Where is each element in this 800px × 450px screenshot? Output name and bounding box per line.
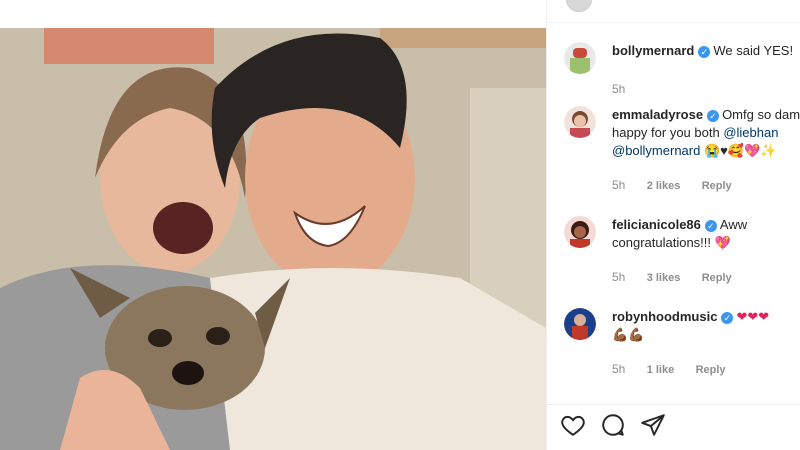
reply-button[interactable]: Reply xyxy=(702,180,732,192)
verified-badge-icon: ✓ xyxy=(704,220,717,232)
comment-emojis: ❤❤❤ xyxy=(736,309,770,324)
comment-text-line2: happy for you both xyxy=(612,125,724,140)
comment-username[interactable]: emmaladyrose xyxy=(612,107,703,122)
verified-badge-icon: ✓ xyxy=(721,312,734,324)
caption-meta: 5h xyxy=(612,82,643,96)
comment-username[interactable]: robynhoodmusic xyxy=(612,309,717,324)
comment-emojis: 💖 xyxy=(714,235,731,250)
caption-time[interactable]: 5h xyxy=(612,82,625,96)
caption-text: We said YES! xyxy=(713,43,794,58)
comment-emojis: 😭♥🥰💖✨ xyxy=(703,143,777,158)
reply-button[interactable]: Reply xyxy=(702,272,732,284)
verified-badge-icon: ✓ xyxy=(707,110,720,122)
comment-time[interactable]: 5h xyxy=(612,270,625,284)
caption-username[interactable]: bollymernard xyxy=(612,43,694,58)
comment-likes[interactable]: 2 likes xyxy=(647,180,681,192)
comment-likes[interactable]: 1 like xyxy=(647,364,675,376)
selfie-illustration xyxy=(0,28,546,450)
mention-link[interactable]: @bollymernard xyxy=(612,143,700,158)
heart-outline-icon[interactable] xyxy=(560,412,586,438)
comment-text: Omfg so dam xyxy=(722,107,800,122)
comment-emojis-line2: 💪🏾💪🏾 xyxy=(612,327,645,342)
comment-likes[interactable]: 3 likes xyxy=(647,272,681,284)
divider xyxy=(546,22,800,23)
verified-badge-icon: ✓ xyxy=(698,46,711,58)
comment-meta: 5h 3 likes Reply xyxy=(612,270,750,284)
avatar[interactable] xyxy=(564,106,596,138)
divider xyxy=(546,404,800,405)
comment-time[interactable]: 5h xyxy=(612,178,625,192)
comment-meta: 5h 1 like Reply xyxy=(612,362,744,376)
mention-link[interactable]: @liebhan xyxy=(723,125,778,140)
comment-meta: 5h 2 likes Reply xyxy=(612,178,750,192)
avatar[interactable] xyxy=(564,216,596,248)
paper-plane-icon[interactable] xyxy=(640,412,666,438)
avatar[interactable] xyxy=(564,308,596,340)
comment-bubble-icon[interactable] xyxy=(600,412,626,438)
avatar[interactable] xyxy=(564,42,596,74)
reply-button[interactable]: Reply xyxy=(696,364,726,376)
comment-username[interactable]: felicianicole86 xyxy=(612,217,701,232)
post-photo[interactable] xyxy=(0,28,546,450)
comment-time[interactable]: 5h xyxy=(612,362,625,376)
